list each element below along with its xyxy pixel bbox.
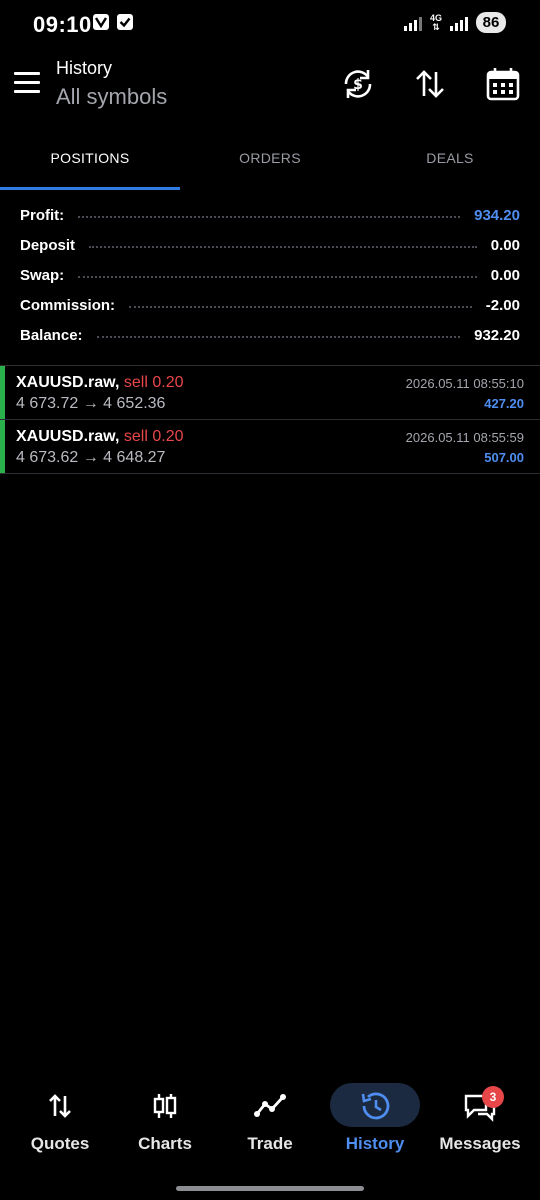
summary-row-swap: Swap: 0.00 (0, 260, 540, 290)
summary-label: Deposit (20, 236, 76, 254)
position-side: sell 0.20 (123, 374, 184, 391)
summary-row-commission: Commission: -2.00 (0, 290, 540, 320)
dotted-leader (78, 216, 461, 218)
quotes-arrows-icon (40, 1090, 80, 1122)
history-clock-icon (355, 1090, 395, 1122)
nav-charts[interactable]: Charts (111, 1078, 219, 1168)
candlestick-icon (145, 1090, 185, 1122)
status-time: 09:10 (33, 12, 92, 37)
position-symbol: XAUUSD.raw, sell 0.20 (16, 374, 184, 391)
position-symbol: XAUUSD.raw, sell 0.20 (16, 428, 184, 445)
currency-exchange-icon[interactable]: $ (338, 64, 378, 104)
nav-label: Trade (247, 1134, 293, 1153)
summary-value: 934.20 (474, 206, 520, 224)
dotted-leader (96, 336, 461, 338)
check-app-icon (117, 14, 133, 30)
summary-value: 932.20 (474, 326, 520, 344)
position-side-bar (0, 420, 5, 473)
position-profit: 507.00 (484, 450, 524, 465)
page-title: History (56, 58, 113, 78)
v-app-icon (93, 14, 109, 30)
nav-history[interactable]: History (321, 1078, 429, 1168)
nav-messages[interactable]: 3 Messages (426, 1078, 534, 1168)
summary-label: Balance: (20, 326, 83, 344)
bottom-navigation: Quotes Charts Trade History 3 Messages (0, 1078, 540, 1168)
history-tabs: POSITIONS ORDERS DEALS (0, 130, 540, 190)
tab-positions[interactable]: POSITIONS (0, 130, 180, 190)
position-time: 2026.05.11 08:55:10 (405, 376, 524, 391)
app-header: History All symbols $ (0, 56, 540, 116)
signal-icon-2 (450, 15, 468, 31)
dotted-leader (89, 246, 477, 248)
symbol-filter[interactable]: All symbols (56, 84, 167, 110)
chat-bubbles-icon: 3 (460, 1086, 504, 1122)
position-side-bar (0, 366, 5, 419)
menu-icon[interactable] (14, 72, 42, 94)
position-prices: 4 673.72 → 4 652.36 (16, 395, 166, 412)
summary-label: Profit: (20, 206, 65, 224)
summary-value: -2.00 (485, 296, 520, 314)
summary-row-deposit: Deposit 0.00 (0, 230, 540, 260)
nav-quotes[interactable]: Quotes (6, 1078, 114, 1168)
summary-row-profit: Profit: 934.20 (0, 200, 540, 230)
position-prices: 4 673.62 → 4 648.27 (16, 449, 166, 466)
trend-line-icon (250, 1090, 290, 1122)
status-bar: 09:10 4G ⇅ 86 (0, 0, 540, 48)
position-profit: 427.20 (484, 396, 524, 411)
nav-label: Quotes (30, 1134, 90, 1153)
battery-indicator: 86 (476, 12, 506, 33)
position-time: 2026.05.11 08:55:59 (405, 430, 524, 445)
position-side: sell 0.20 (123, 428, 184, 445)
tab-deals[interactable]: DEALS (360, 130, 540, 190)
nav-label: Charts (138, 1134, 192, 1153)
account-summary: Profit: 934.20 Deposit 0.00 Swap: 0.00 C… (0, 200, 540, 350)
summary-value: 0.00 (490, 266, 520, 284)
position-row[interactable]: XAUUSD.raw, sell 0.20 4 673.72 → 4 652.3… (0, 366, 540, 420)
svg-text:$: $ (353, 77, 363, 93)
summary-label: Swap: (20, 266, 65, 284)
position-row[interactable]: XAUUSD.raw, sell 0.20 4 673.62 → 4 648.2… (0, 420, 540, 474)
nav-label: Messages (439, 1134, 521, 1153)
sort-icon[interactable] (410, 64, 450, 104)
summary-row-balance: Balance: 932.20 (0, 320, 540, 350)
calendar-icon[interactable] (483, 64, 523, 104)
summary-label: Commission: (20, 296, 116, 314)
positions-list: XAUUSD.raw, sell 0.20 4 673.72 → 4 652.3… (0, 366, 540, 474)
nav-label: History (345, 1134, 405, 1153)
signal-icon (403, 15, 422, 31)
nav-trade[interactable]: Trade (216, 1078, 324, 1168)
network-type: 4G ⇅ (429, 12, 442, 32)
dotted-leader (129, 306, 472, 308)
tab-orders[interactable]: ORDERS (180, 130, 360, 190)
unread-badge: 3 (482, 1086, 504, 1108)
home-indicator[interactable] (176, 1186, 364, 1191)
dotted-leader (78, 276, 477, 278)
summary-value: 0.00 (490, 236, 520, 254)
